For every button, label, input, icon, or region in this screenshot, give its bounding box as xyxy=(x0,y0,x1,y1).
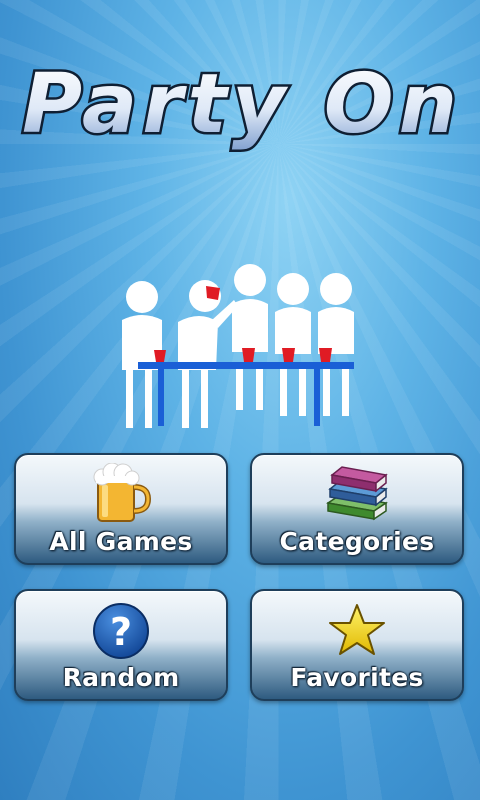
favorites-button[interactable]: Favorites xyxy=(250,589,464,701)
question-mark-icon: ? xyxy=(88,599,154,661)
favorites-label: Favorites xyxy=(290,663,424,692)
random-label: Random xyxy=(62,663,180,692)
svg-text:?: ? xyxy=(110,610,132,654)
all-games-label: All Games xyxy=(49,527,193,556)
app-title-text: Party On xyxy=(22,57,462,152)
categories-label: Categories xyxy=(279,527,435,556)
random-button[interactable]: ? Random xyxy=(14,589,228,701)
party-illustration xyxy=(110,262,360,437)
books-icon xyxy=(324,463,390,525)
app-title: Party On xyxy=(0,50,480,160)
categories-button[interactable]: Categories xyxy=(250,453,464,565)
star-icon xyxy=(324,599,390,661)
all-games-button[interactable]: All Games xyxy=(14,453,228,565)
beer-mug-icon xyxy=(88,462,154,525)
